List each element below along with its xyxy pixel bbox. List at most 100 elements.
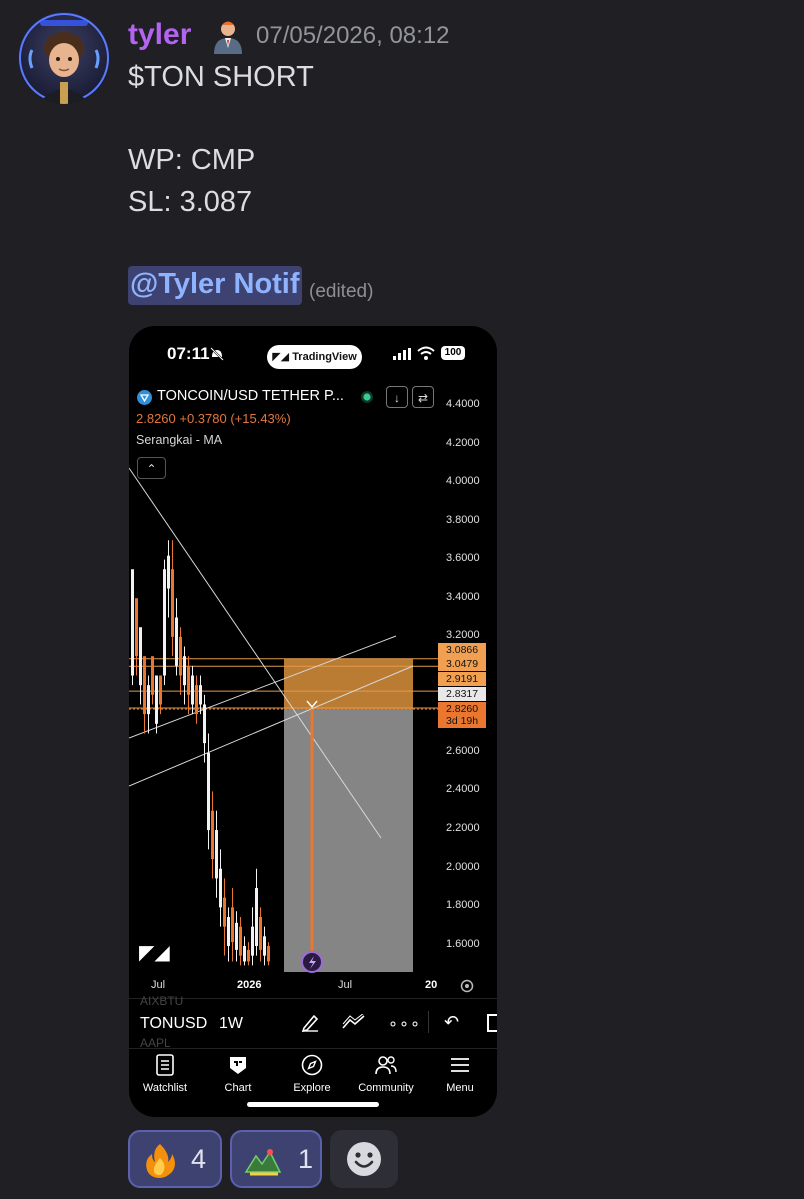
ghost-ticker: AIXBTU bbox=[140, 994, 184, 1008]
y-tick-label: 2.2000 bbox=[446, 822, 480, 834]
chart-icon bbox=[230, 1057, 246, 1074]
candle-body bbox=[227, 917, 230, 946]
trendline bbox=[129, 467, 382, 839]
message-timestamp: 07/05/2026, 08:12 bbox=[256, 22, 450, 49]
y-tick-label: 1.8000 bbox=[446, 899, 480, 911]
x-tick-label: Jul bbox=[338, 979, 353, 991]
chart-emoji-icon bbox=[244, 1149, 282, 1176]
y-tick-label: 2.6000 bbox=[446, 745, 480, 757]
message-line-sl: SL: 3.087 bbox=[128, 186, 253, 218]
avatar[interactable] bbox=[18, 12, 110, 104]
fullscreen-icon[interactable] bbox=[487, 1014, 497, 1032]
nav-menu[interactable]: Menu bbox=[423, 1054, 497, 1094]
x-tick-label: 2026 bbox=[237, 979, 262, 991]
nav-community[interactable]: Community bbox=[349, 1054, 423, 1094]
candle-body bbox=[243, 946, 246, 962]
watchlist-icon bbox=[156, 1054, 174, 1076]
y-tick-label: 3.6000 bbox=[446, 552, 480, 564]
candle-body bbox=[151, 656, 154, 695]
candle-body bbox=[179, 636, 182, 676]
y-tick-label: 4.2000 bbox=[446, 437, 480, 449]
nav-label: Chart bbox=[224, 1082, 252, 1094]
candle-body bbox=[139, 627, 142, 686]
y-tick-label: 3.4000 bbox=[446, 591, 480, 603]
nav-label: Community bbox=[358, 1082, 414, 1094]
trendline-tool-icon[interactable] bbox=[342, 1014, 366, 1030]
candle-body bbox=[195, 685, 198, 715]
nav-explore[interactable]: Explore bbox=[275, 1054, 349, 1094]
y-tick-label: 2.0000 bbox=[446, 861, 480, 873]
price-tag-level: 2.9191 bbox=[438, 672, 486, 686]
businessman-emoji-icon bbox=[214, 21, 242, 54]
hamburger-menu-icon bbox=[451, 1058, 469, 1072]
x-tick-label: Jul bbox=[151, 979, 166, 991]
candle-body bbox=[191, 675, 194, 705]
nav-label: Menu bbox=[446, 1082, 474, 1094]
home-indicator[interactable] bbox=[247, 1102, 379, 1107]
y-tick-label: 4.4000 bbox=[446, 398, 480, 410]
y-tick-label: 2.4000 bbox=[446, 783, 480, 795]
candle-body bbox=[259, 917, 262, 950]
candle-body bbox=[187, 665, 190, 695]
nav-watchlist[interactable]: Watchlist bbox=[129, 1054, 202, 1094]
undo-icon[interactable]: ↶ bbox=[444, 1012, 459, 1033]
candle-body bbox=[183, 656, 186, 686]
reaction-count: 1 bbox=[298, 1144, 314, 1174]
interval-selector[interactable]: 1W bbox=[219, 1015, 243, 1033]
ticker-selector[interactable]: TONUSD bbox=[140, 1015, 207, 1033]
candle-body bbox=[255, 888, 258, 946]
username[interactable]: tyler bbox=[128, 18, 191, 52]
take-profit-zone bbox=[284, 709, 413, 972]
x-tick-label: 20 bbox=[425, 979, 438, 991]
candle-body bbox=[219, 868, 222, 908]
candle-body bbox=[147, 685, 150, 715]
candle-body bbox=[167, 555, 170, 589]
compass-icon bbox=[301, 1054, 323, 1076]
candle-body bbox=[135, 598, 138, 657]
y-tick-label: 1.6000 bbox=[446, 938, 480, 950]
candle-body bbox=[247, 949, 250, 962]
candle-body bbox=[231, 907, 234, 943]
candle-body bbox=[143, 656, 146, 715]
candle-body bbox=[263, 936, 266, 956]
more-options-icon[interactable]: ∘∘∘ bbox=[388, 1014, 421, 1034]
nav-chart[interactable]: Chart bbox=[201, 1054, 275, 1094]
role-mention[interactable]: @Tyler Notif bbox=[128, 266, 302, 305]
reaction-fire[interactable]: 4 bbox=[128, 1130, 222, 1188]
edited-label: (edited) bbox=[309, 281, 374, 302]
price-tag-level: 2.8317 bbox=[438, 687, 486, 701]
tradingview-watermark-icon: ◤◢ bbox=[139, 942, 170, 964]
candle-body bbox=[251, 926, 254, 956]
community-people-icon bbox=[375, 1056, 397, 1075]
fire-emoji-icon bbox=[146, 1144, 175, 1178]
nav-label: Explore bbox=[293, 1082, 331, 1094]
message-line-title: $TON SHORT bbox=[128, 61, 314, 93]
reaction-count: 4 bbox=[191, 1144, 207, 1174]
price-tag-stop: 3.0866 bbox=[438, 643, 486, 657]
candle-body bbox=[203, 704, 206, 744]
candle-countdown: 3d 19h bbox=[438, 714, 486, 728]
nav-label: Watchlist bbox=[142, 1082, 188, 1094]
reaction-custom[interactable]: 1 bbox=[230, 1130, 322, 1188]
candle-body bbox=[223, 897, 226, 927]
candle-body bbox=[239, 926, 242, 956]
candle-body bbox=[159, 675, 162, 705]
candle-body bbox=[267, 946, 270, 962]
candle-body bbox=[131, 569, 134, 676]
message-line-wp: WP: CMP bbox=[128, 144, 256, 176]
candle-body bbox=[207, 752, 210, 831]
settings-gear-icon[interactable] bbox=[460, 979, 474, 993]
attached-screenshot[interactable]: 07:11 ◤◢ TradingView 100 TONCOIN/USD TET… bbox=[129, 326, 497, 1117]
candle-body bbox=[211, 810, 214, 860]
y-tick-label: 4.0000 bbox=[446, 475, 480, 487]
candle-body bbox=[155, 675, 158, 724]
candle-body bbox=[199, 685, 202, 705]
price-tag-level: 3.0479 bbox=[438, 657, 486, 671]
candle-body bbox=[175, 617, 178, 666]
y-tick-label: 3.2000 bbox=[446, 629, 480, 641]
pen-draw-icon[interactable] bbox=[300, 1012, 320, 1032]
smiley-add-reaction-icon bbox=[347, 1142, 381, 1176]
add-reaction-button[interactable] bbox=[330, 1130, 398, 1188]
y-tick-label: 3.8000 bbox=[446, 514, 480, 526]
candle-body bbox=[215, 830, 218, 879]
